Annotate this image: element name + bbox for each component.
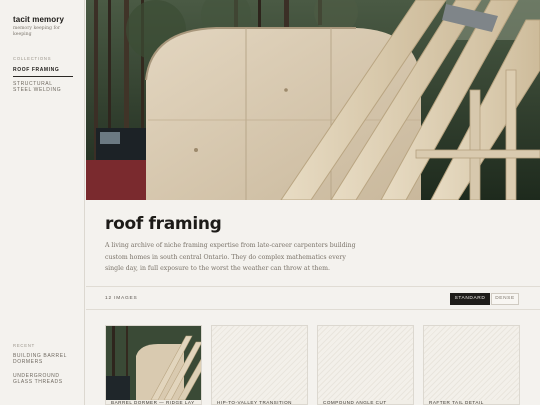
image-grid: BARREL DORMER — RIDGE LAY HIP-TO-VALLEY … — [86, 325, 540, 405]
view-dense-button[interactable]: DENSE — [491, 293, 519, 305]
card-label: COMPOUND ANGLE CUT — [323, 400, 387, 405]
image-placeholder — [424, 326, 519, 400]
barrel-dormer-photo — [106, 326, 201, 400]
page-description: A living archive of niche framing expert… — [105, 242, 356, 272]
image-placeholder — [318, 326, 413, 400]
image-count: 12 IMAGES — [105, 296, 138, 301]
sidebar-item-roof-framing[interactable]: ROOF FRAMING — [13, 67, 73, 77]
recent-item-barrel-dormers[interactable]: BUILDING BARREL DORMERS — [13, 353, 73, 365]
brand-title[interactable]: tacit memory — [13, 15, 64, 24]
card-label: RAFTER TAIL DETAIL — [429, 400, 484, 405]
image-card[interactable]: COMPOUND ANGLE CUT — [317, 325, 414, 405]
main-content: roof framing A living archive of niche f… — [86, 200, 540, 405]
roof-framing-photo — [86, 0, 540, 200]
card-label: HIP-TO-VALLEY TRANSITION — [217, 400, 292, 405]
image-card[interactable]: RAFTER TAIL DETAIL — [423, 325, 520, 405]
view-standard-button[interactable]: STANDARD — [450, 293, 490, 305]
gallery-toolbar: 12 IMAGES STANDARD DENSE — [86, 286, 540, 310]
sidebar-item-structural-steel-welding[interactable]: STRUCTURAL STEEL WELDING — [13, 81, 73, 93]
image-placeholder — [212, 326, 307, 400]
collections-heading: COLLECTIONS — [13, 56, 52, 61]
image-card[interactable]: HIP-TO-VALLEY TRANSITION — [211, 325, 308, 405]
hero-image — [86, 0, 540, 200]
sidebar: tacit memory memory keeping for keeping … — [0, 0, 85, 405]
recent-item-underground-glass-threads[interactable]: UNDERGROUND GLASS THREADS — [13, 373, 73, 385]
page-title: roof framing — [105, 214, 222, 234]
brand-tagline: memory keeping for keeping — [13, 26, 61, 37]
recent-heading: RECENT — [13, 343, 36, 348]
image-card[interactable]: BARREL DORMER — RIDGE LAY — [105, 325, 202, 405]
card-label: BARREL DORMER — RIDGE LAY — [111, 400, 195, 405]
